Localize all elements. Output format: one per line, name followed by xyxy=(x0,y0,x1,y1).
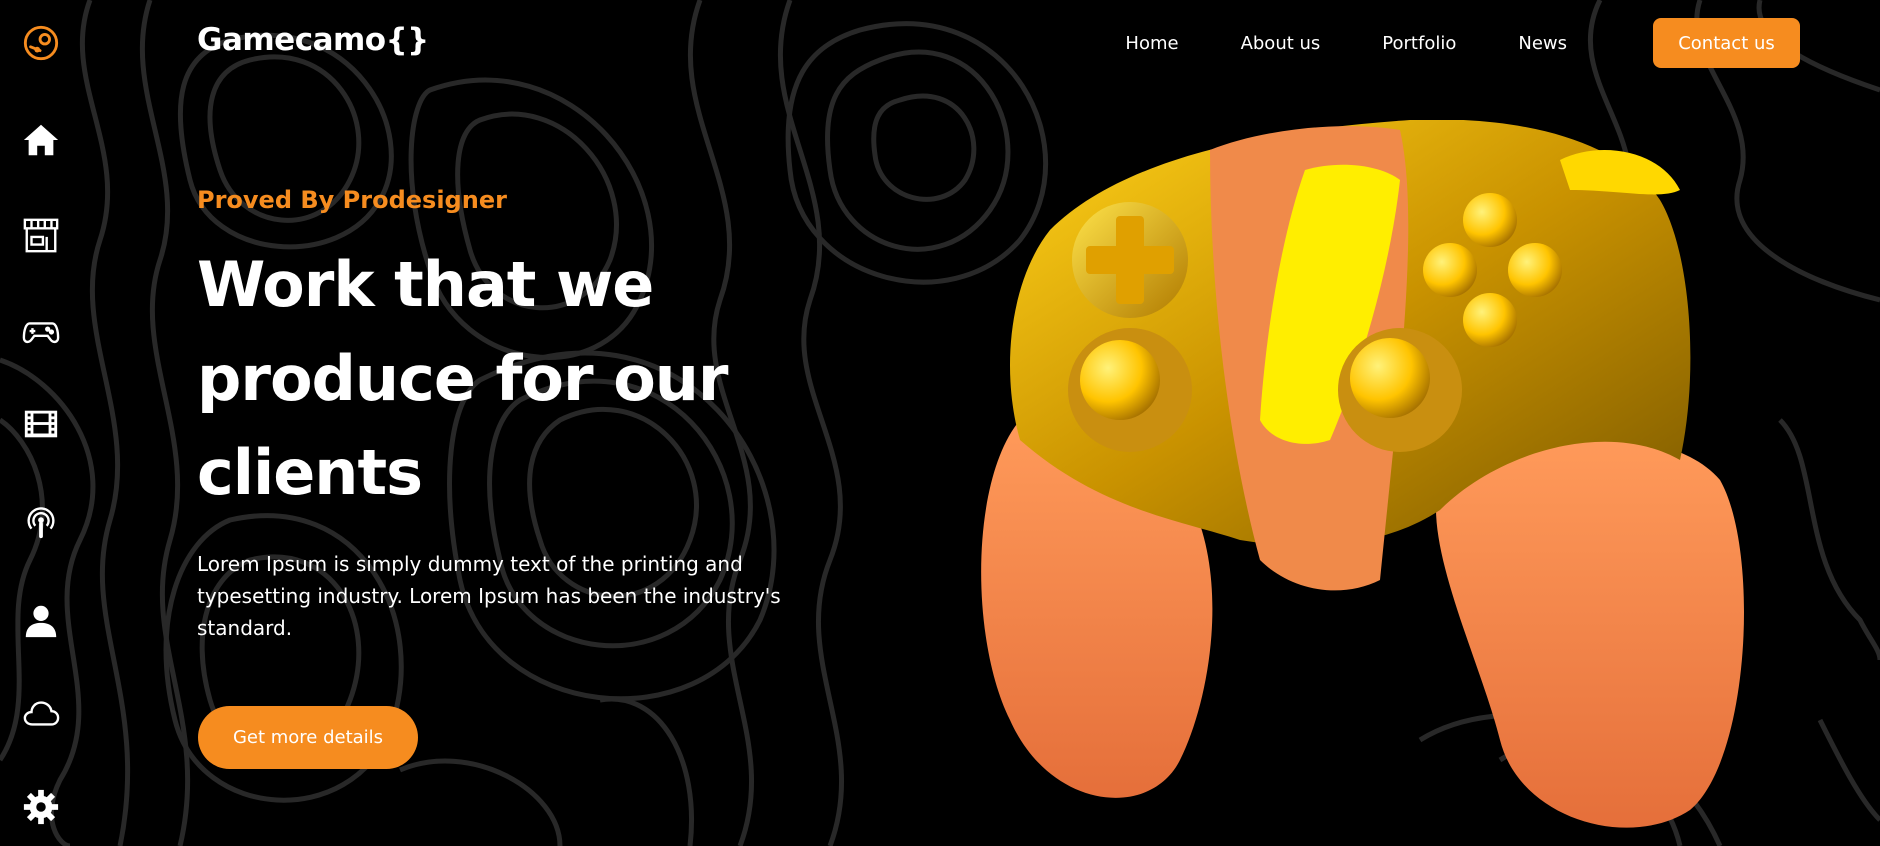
sidebar xyxy=(0,0,82,846)
main-nav: Home About us Portfolio News Contact us xyxy=(1125,18,1800,68)
steam-icon[interactable] xyxy=(20,22,62,64)
hero-description: Lorem Ipsum is simply dummy text of the … xyxy=(197,552,781,640)
headline-line-1: Work that we xyxy=(197,248,654,321)
cloud-icon[interactable] xyxy=(20,693,62,735)
gamepad-icon[interactable] xyxy=(20,310,62,352)
nav-news[interactable]: News xyxy=(1518,33,1567,54)
game-controller-image xyxy=(981,120,1744,828)
nav-home[interactable]: Home xyxy=(1125,33,1178,54)
nav-about-us[interactable]: About us xyxy=(1241,33,1321,54)
get-more-details-button[interactable]: Get more details xyxy=(198,706,418,769)
home-icon[interactable] xyxy=(20,119,62,161)
contact-us-button[interactable]: Contact us xyxy=(1653,18,1800,68)
headline-line-3: clients xyxy=(197,436,423,509)
nav-portfolio[interactable]: Portfolio xyxy=(1382,33,1456,54)
store-icon[interactable] xyxy=(20,214,62,256)
user-icon[interactable] xyxy=(20,600,62,642)
headline-line-2: produce for our xyxy=(197,342,729,415)
settings-icon[interactable] xyxy=(20,786,62,828)
site-logo[interactable]: Gamecamo{} xyxy=(197,22,429,58)
film-icon[interactable] xyxy=(20,403,62,445)
podcast-icon[interactable] xyxy=(20,501,62,543)
hero-eyebrow: Proved By Prodesigner xyxy=(197,186,507,214)
hero-headline: Work that we produce for our clients xyxy=(197,238,797,520)
